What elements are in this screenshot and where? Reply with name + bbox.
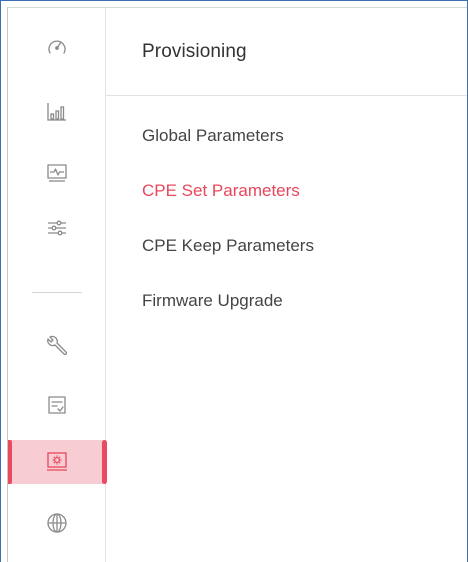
menu-item-cpe-set-parameters[interactable]: CPE Set Parameters (142, 181, 300, 201)
menu-item-firmware-upgrade[interactable]: Firmware Upgrade (142, 291, 283, 311)
page-title: Provisioning (142, 40, 247, 62)
bar-chart-icon (46, 103, 66, 121)
menu-item-global-parameters[interactable]: Global Parameters (142, 126, 284, 146)
rail-item-dashboard[interactable] (8, 25, 105, 69)
provisioning-panel: Provisioning Global Parameters CPE Set P… (106, 8, 467, 562)
panel-header: Provisioning (106, 8, 467, 96)
rail-item-monitoring[interactable] (8, 151, 105, 195)
rail-item-provisioning[interactable] (8, 440, 107, 484)
monitor-pulse-icon (46, 164, 67, 182)
checklist-icon (47, 396, 66, 414)
menu-item-cpe-keep-parameters[interactable]: CPE Keep Parameters (142, 236, 314, 256)
icon-rail (8, 8, 107, 562)
rail-item-tools[interactable] (8, 324, 105, 368)
rail-item-tasks[interactable] (8, 383, 105, 427)
rail-item-settings[interactable] (8, 206, 105, 250)
active-indicator-left (8, 440, 12, 484)
provisioning-gear-icon (46, 452, 67, 471)
globe-icon (46, 513, 67, 533)
rail-divider (32, 292, 82, 293)
gauge-icon (47, 40, 66, 54)
sliders-icon (47, 220, 66, 236)
rail-item-analytics[interactable] (8, 90, 105, 134)
window-frame: Provisioning Global Parameters CPE Set P… (0, 0, 468, 562)
app-container: Provisioning Global Parameters CPE Set P… (7, 7, 467, 562)
rail-item-network[interactable] (8, 501, 105, 545)
wrench-icon (46, 335, 67, 356)
